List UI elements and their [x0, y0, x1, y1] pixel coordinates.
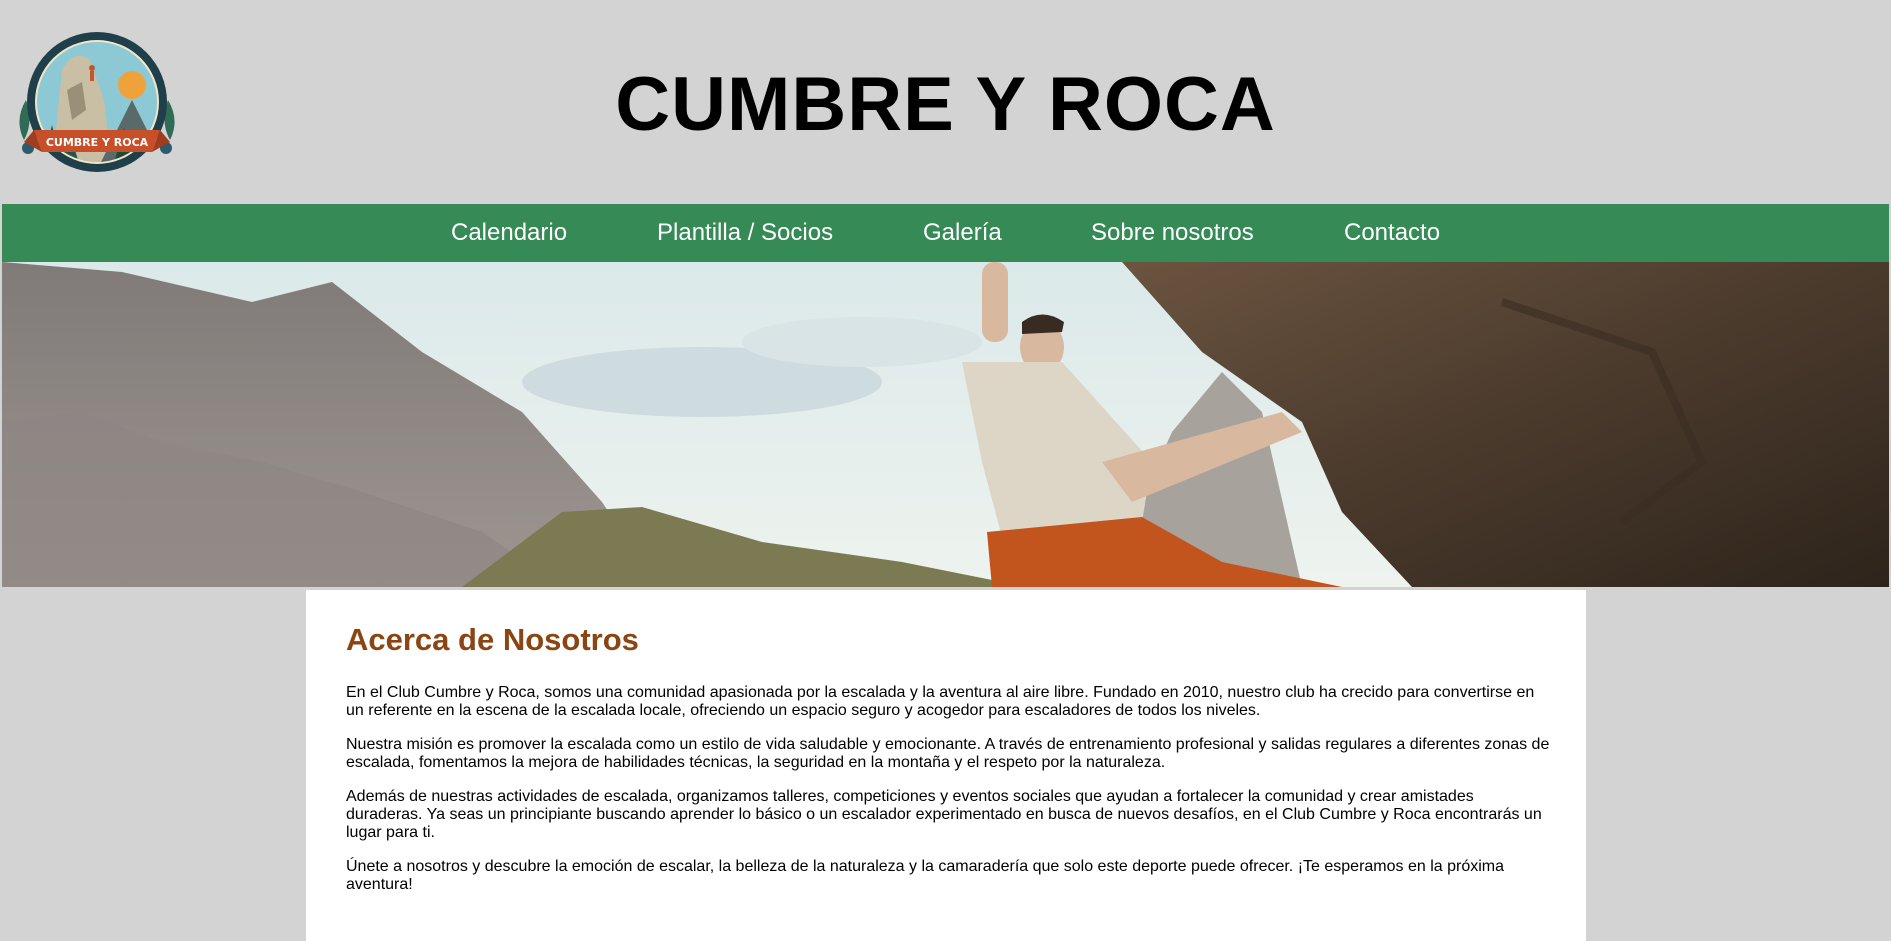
about-paragraph-3: Además de nuestras actividades de escala…	[346, 788, 1542, 841]
about-paragraph-4: Únete a nosotros y descubre la emoción d…	[346, 858, 1505, 893]
site-header: CUMBRE Y ROCA CUMBRE Y ROCA	[0, 0, 1891, 204]
hero-climbing-photo-icon	[2, 262, 1889, 587]
nav-item-plantilla-socios[interactable]: Plantilla / Socios	[657, 204, 833, 262]
nav-item-calendario[interactable]: Calendario	[451, 204, 567, 262]
nav-item-contacto[interactable]: Contacto	[1344, 204, 1440, 262]
about-section: Acerca de Nosotros En el Club Cumbre y R…	[306, 590, 1586, 941]
site-title: CUMBRE Y ROCA	[615, 62, 1276, 147]
hero-banner	[2, 262, 1889, 587]
nav-item-sobre-nosotros[interactable]: Sobre nosotros	[1091, 204, 1254, 262]
main-nav: Calendario Plantilla / Socios Galería So…	[2, 204, 1889, 262]
about-paragraph-2: Nuestra misión es promover la escalada c…	[346, 736, 1550, 771]
nav-item-galeria[interactable]: Galería	[923, 204, 1002, 262]
about-paragraph-1: En el Club Cumbre y Roca, somos una comu…	[346, 684, 1535, 719]
about-heading: Acerca de Nosotros	[346, 622, 639, 657]
